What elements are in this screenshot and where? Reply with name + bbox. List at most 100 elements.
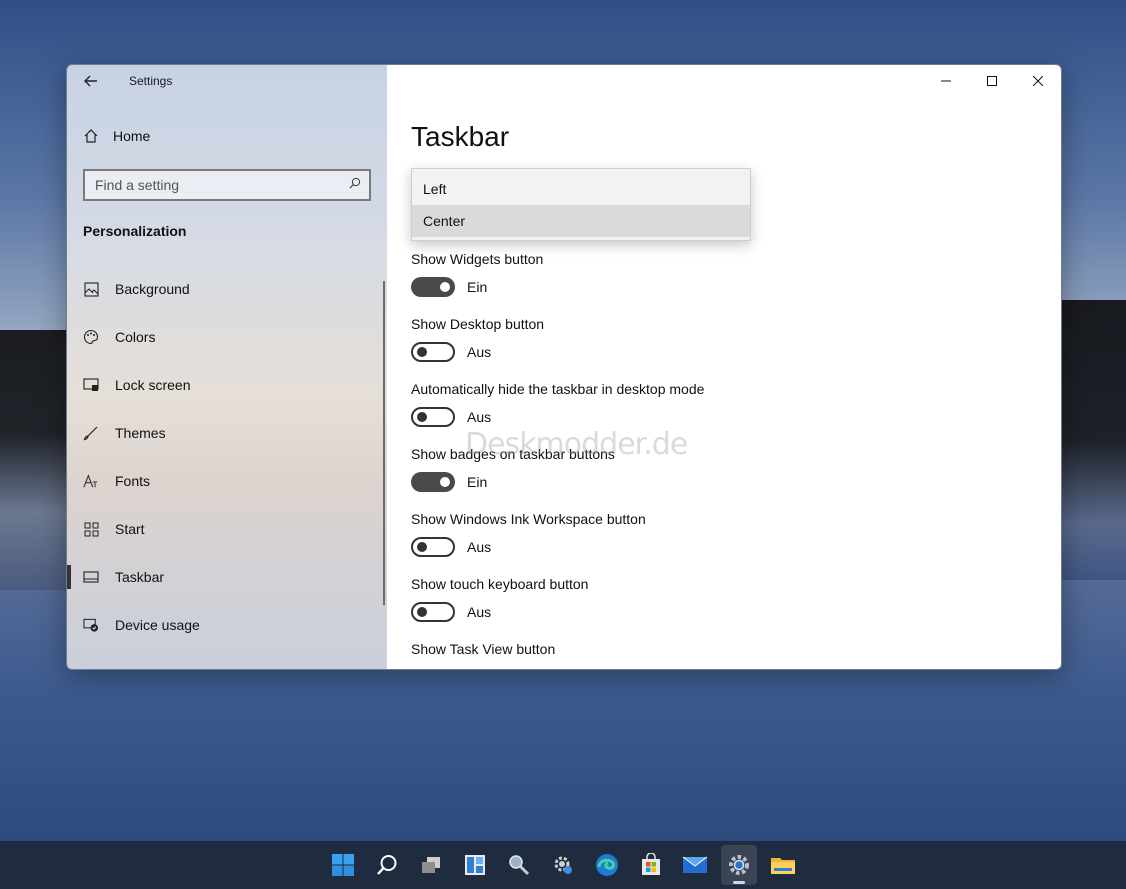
setting-widgets: Show Widgets button Ein	[411, 251, 543, 297]
toggle-state: Aus	[467, 344, 492, 360]
page-title: Taskbar	[411, 121, 510, 152]
sidebar-nav: Background Colors Lock screen Themes Fon…	[67, 265, 383, 649]
task-view-button[interactable]	[413, 845, 449, 885]
sidebar-item-label: Taskbar	[115, 569, 165, 585]
sidebar-item-taskbar[interactable]: Taskbar	[67, 553, 383, 601]
toggle-row: Ein	[411, 277, 543, 297]
widgets-button[interactable]	[457, 845, 493, 885]
alignment-dropdown-list[interactable]: Left Center	[411, 168, 751, 241]
sidebar-item-start[interactable]: Start	[67, 505, 383, 553]
app-title: Settings	[129, 74, 173, 88]
sidebar-scrollbar[interactable]	[383, 281, 385, 605]
sidebar-item-label: Fonts	[115, 473, 151, 489]
settings-app-button[interactable]	[721, 845, 757, 885]
toggle-state: Aus	[467, 539, 492, 555]
touch-keyboard-toggle[interactable]	[411, 602, 455, 622]
toggle-state: Ein	[467, 279, 488, 295]
widgets-toggle[interactable]	[411, 277, 455, 297]
control-panel-button[interactable]	[545, 845, 581, 885]
setting-touch-keyboard: Show touch keyboard button Aus	[411, 576, 588, 622]
window-controls	[923, 65, 1061, 97]
store-icon	[642, 853, 660, 875]
wallpaper-shore-right	[1062, 300, 1126, 580]
brush-icon	[83, 425, 99, 441]
widgets-icon	[465, 855, 485, 875]
setting-auto-hide: Automatically hide the taskbar in deskto…	[411, 381, 704, 427]
sidebar-item-themes[interactable]: Themes	[67, 409, 383, 457]
setting-label: Automatically hide the taskbar in deskto…	[411, 381, 705, 397]
search-box[interactable]	[83, 169, 371, 201]
sidebar-item-label: Background	[115, 281, 190, 297]
windows-start-button[interactable]	[325, 845, 361, 885]
setting-label: Show touch keyboard button	[411, 576, 589, 592]
settings-gear-icon	[554, 856, 572, 874]
magnifier-button[interactable]	[501, 845, 537, 885]
font-icon	[83, 473, 99, 489]
main-content: Taskbar Show Widgets button Ein Show Des…	[387, 65, 1061, 669]
toggle-state: Aus	[467, 409, 492, 425]
mail-button[interactable]	[677, 845, 713, 885]
setting-ink-workspace: Show Windows Ink Workspace button Aus	[411, 511, 646, 557]
picture-icon	[83, 281, 99, 297]
toggle-row: Aus	[411, 407, 704, 427]
setting-label: Show Desktop button	[411, 316, 545, 332]
dropdown-option-left[interactable]: Left	[412, 173, 750, 205]
sidebar-item-label: Device usage	[115, 617, 200, 633]
sidebar-item-background[interactable]: Background	[67, 265, 383, 313]
taskbar-icon	[83, 569, 99, 585]
sidebar-item-label: Start	[115, 521, 145, 537]
minimize-button[interactable]	[923, 65, 969, 97]
search-icon	[349, 176, 361, 194]
edge-button[interactable]	[589, 845, 625, 885]
sidebar-item-fonts[interactable]: Fonts	[67, 457, 383, 505]
maximize-button[interactable]	[969, 65, 1015, 97]
sidebar-item-device-usage[interactable]: Device usage	[67, 601, 383, 649]
home-label: Home	[113, 128, 151, 144]
setting-label: Show Windows Ink Workspace button	[411, 511, 646, 527]
back-arrow-icon	[84, 75, 97, 87]
settings-window: Settings Home Personalization Background	[66, 64, 1062, 670]
minimize-icon	[941, 80, 951, 82]
setting-label: Show Widgets button	[411, 251, 544, 267]
file-explorer-button[interactable]	[765, 845, 801, 885]
setting-task-view: Show Task View button	[411, 641, 555, 657]
sidebar-item-label: Lock screen	[115, 377, 191, 393]
taskbar	[0, 841, 1126, 889]
toggle-row: Aus	[411, 342, 544, 362]
dropdown-option-center[interactable]: Center	[412, 205, 750, 237]
task-view-icon	[422, 857, 440, 873]
search-input[interactable]	[95, 177, 335, 193]
desktop-button-toggle[interactable]	[411, 342, 455, 362]
sidebar-item-label: Colors	[115, 329, 156, 345]
edge-browser-icon	[596, 854, 618, 876]
auto-hide-toggle[interactable]	[411, 407, 455, 427]
sidebar-item-colors[interactable]: Colors	[67, 313, 383, 361]
section-title: Personalization	[83, 223, 187, 239]
toggle-row: Aus	[411, 537, 646, 557]
sidebar-item-home[interactable]: Home	[83, 128, 150, 144]
badges-toggle[interactable]	[411, 472, 455, 492]
search-button[interactable]	[369, 845, 405, 885]
sidebar-item-lock-screen[interactable]: Lock screen	[67, 361, 383, 409]
watermark: Deskmodder.de	[465, 427, 688, 462]
lock-screen-icon	[83, 377, 99, 393]
search-icon	[377, 855, 397, 875]
store-button[interactable]	[633, 845, 669, 885]
start-grid-icon	[83, 521, 99, 537]
close-icon	[1033, 76, 1043, 86]
sidebar: Settings Home Personalization Background	[67, 65, 387, 669]
maximize-icon	[987, 76, 997, 86]
magnifier-icon	[509, 855, 530, 876]
toggle-state: Aus	[467, 604, 492, 620]
ink-workspace-toggle[interactable]	[411, 537, 455, 557]
sidebar-item-label: Themes	[115, 425, 166, 441]
toggle-row: Ein	[411, 472, 615, 492]
palette-icon	[83, 329, 99, 345]
home-icon	[83, 128, 99, 144]
windows-start-icon	[332, 854, 354, 876]
setting-label: Show Task View button	[411, 641, 556, 657]
wallpaper-shore-left	[0, 330, 66, 590]
back-button[interactable]	[81, 71, 101, 91]
file-explorer-icon	[771, 858, 795, 874]
close-button[interactable]	[1015, 65, 1061, 97]
